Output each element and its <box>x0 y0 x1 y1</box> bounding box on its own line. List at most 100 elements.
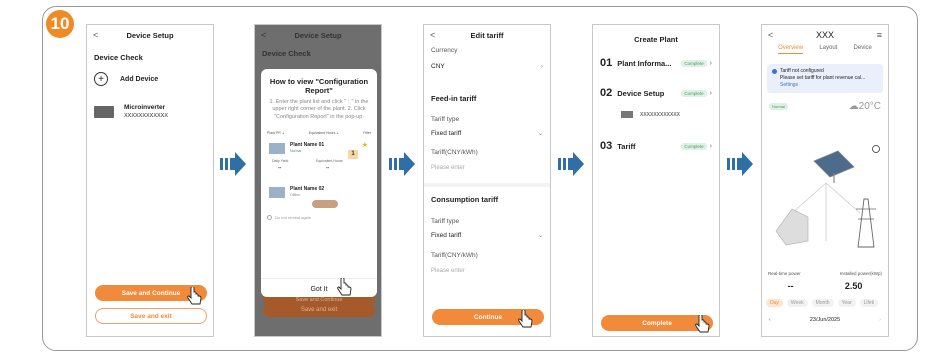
consumption-section-title: Consumption tariff <box>431 195 499 204</box>
arrow-right-icon <box>558 150 584 178</box>
page-title: XXX <box>815 30 834 40</box>
section-title: Device Check <box>94 53 143 62</box>
modal-instructions: 1. Enter the plant list and click "⋮" in… <box>269 99 369 120</box>
star-icon: ★ <box>361 142 368 150</box>
plus-circle-icon: + <box>94 72 108 86</box>
back-icon[interactable]: < <box>93 30 98 40</box>
modal: How to view "Configuration Report" 1. En… <box>261 69 377 297</box>
menu-icon[interactable]: ≡ <box>877 30 882 40</box>
grid-tower-icon <box>856 198 876 248</box>
header: < Edit tariff <box>424 25 550 45</box>
plant-thumbnail <box>269 187 285 199</box>
list-header: Plant PR ⇣ Equivalent Hours ⇣ Filter <box>267 131 371 136</box>
feedin-section-title: Feed-in tariff <box>431 94 477 103</box>
chevron-left-icon[interactable]: ‹ <box>769 317 771 323</box>
device-row: XXXXXXXXXXXX <box>593 111 719 118</box>
tariff-input[interactable]: Please enter <box>424 165 550 171</box>
period-month[interactable]: Month <box>811 299 834 307</box>
tariff-type-select[interactable]: Fixed tariff ⌄ <box>424 232 550 239</box>
divider <box>261 278 377 279</box>
tariff-input[interactable]: Please enter <box>424 268 550 274</box>
tariff-notice: Tariff not configured Please set tariff … <box>767 64 883 93</box>
step-row-tariff[interactable]: 03 Tariff Complete › <box>593 140 719 152</box>
equivalent-hours-value: -- <box>326 165 330 172</box>
currency-label: Currency <box>431 47 458 54</box>
installed-power-value: 2.50 <box>844 281 863 291</box>
chevron-right-icon[interactable]: › <box>879 317 881 323</box>
weather-icon: ☁ <box>848 101 859 112</box>
step-label: Plant Informa... <box>617 58 672 68</box>
daily-yield-value: -- <box>278 165 282 172</box>
section-title: Device Check <box>262 49 311 58</box>
page-title: Device Setup <box>294 30 342 40</box>
realtime-power-label: Real-time power <box>768 271 801 276</box>
save-exit-button[interactable]: Save and exit <box>95 308 207 324</box>
bg-save-exit-button: Save and exit <box>263 303 375 317</box>
got-it-button[interactable]: Got It <box>261 286 377 293</box>
equivalent-hours-label: Equivalent Hours <box>316 159 343 164</box>
installed-power-label: Installed power(kWp) <box>839 271 882 276</box>
plant-card-2: Plant Name 02 Offline <box>266 185 372 213</box>
step-label: Device Setup <box>617 88 665 98</box>
back-icon[interactable]: < <box>768 30 773 40</box>
tariff-type-label: Tariff type <box>431 116 460 123</box>
period-year[interactable]: Year <box>837 299 856 307</box>
temperature: ☁20°C <box>848 101 881 112</box>
add-device-row[interactable]: + Add Device <box>87 72 213 86</box>
microinverter-icon <box>621 111 633 118</box>
power-labels: Real-time power Installed power(kWp) <box>762 271 888 276</box>
tariff-type-value: Fixed tariff <box>431 130 462 137</box>
period-lifetime[interactable]: Lifeti <box>859 299 879 307</box>
period-tabs: Day Week Month Year Lifeti <box>766 299 879 307</box>
step-row-device-setup[interactable]: 02 Device Setup Complete › <box>593 87 719 99</box>
arrow-right-icon <box>389 150 415 178</box>
device-serial: XXXXXXXXXXXX <box>640 111 681 118</box>
back-icon[interactable]: < <box>430 30 435 40</box>
complete-badge: Complete <box>681 142 707 150</box>
toggle-switch <box>312 200 338 209</box>
tariff-type-value: Fixed tariff <box>431 232 462 239</box>
pointer-hand-icon <box>518 310 533 328</box>
help-icon <box>872 145 880 153</box>
settings-link[interactable]: Settings <box>772 82 878 89</box>
screen-edit-tariff: < Edit tariff Currency CNY › Feed-in tar… <box>423 24 551 337</box>
solar-panel-icon <box>813 150 855 183</box>
realtime-power-value: -- <box>787 281 794 291</box>
step-number: 03 <box>600 140 613 152</box>
header: < Device Setup <box>255 25 381 45</box>
currency-select[interactable]: CNY › <box>424 63 550 70</box>
modal-title: How to view "Configuration Report" <box>269 77 369 95</box>
chevron-right-icon: › <box>709 59 712 67</box>
add-device-label: Add Device <box>120 75 159 83</box>
step-number: 02 <box>600 87 613 99</box>
chevron-down-icon: ⌄ <box>537 233 543 239</box>
device-row[interactable]: Microinverter XXXXXXXXXXXX <box>87 104 213 119</box>
screen-config-report-popup: < Device Setup Device Check Save and exi… <box>254 24 382 337</box>
screen-plant-overview: < XXX ≡ Overview Layout Device Tariff no… <box>761 24 889 337</box>
divider <box>424 183 550 187</box>
screen-device-setup: < Device Setup Device Check + Add Device… <box>86 24 214 337</box>
currency-value: CNY <box>431 63 445 70</box>
tab-device[interactable]: Device <box>854 45 872 54</box>
microinverter-icon <box>94 105 114 118</box>
step-row-plant-info[interactable]: 01 Plant Informa... Complete › <box>593 57 719 69</box>
no-remind-checkbox[interactable]: Do not remind again <box>261 215 377 221</box>
period-day[interactable]: Day <box>766 299 783 307</box>
plant-name: Plant Name 02 <box>290 186 325 193</box>
plant-card-1: Plant Name 01 Normal ★ 1 Daily Yield Equ… <box>266 141 372 179</box>
tab-overview[interactable]: Overview <box>778 45 804 54</box>
power-values: -- 2.50 <box>762 281 888 291</box>
status-badge: Normal <box>290 149 302 154</box>
header: < XXX ≡ <box>762 25 888 45</box>
arrow-right-icon <box>727 150 753 178</box>
tab-layout[interactable]: Layout <box>819 45 837 54</box>
checkbox-icon <box>267 215 272 221</box>
period-week[interactable]: Week <box>786 299 808 307</box>
tariff-type-select[interactable]: Fixed tariff ⌄ <box>424 130 550 137</box>
energy-flow-diagram <box>775 145 880 248</box>
tab-bar: Overview Layout Device <box>762 45 888 54</box>
date-label[interactable]: 23/Jun/2025 <box>810 317 840 323</box>
no-remind-label: Do not remind again <box>275 215 312 221</box>
plant-thumbnail <box>269 143 285 155</box>
chevron-right-icon: › <box>709 89 712 97</box>
